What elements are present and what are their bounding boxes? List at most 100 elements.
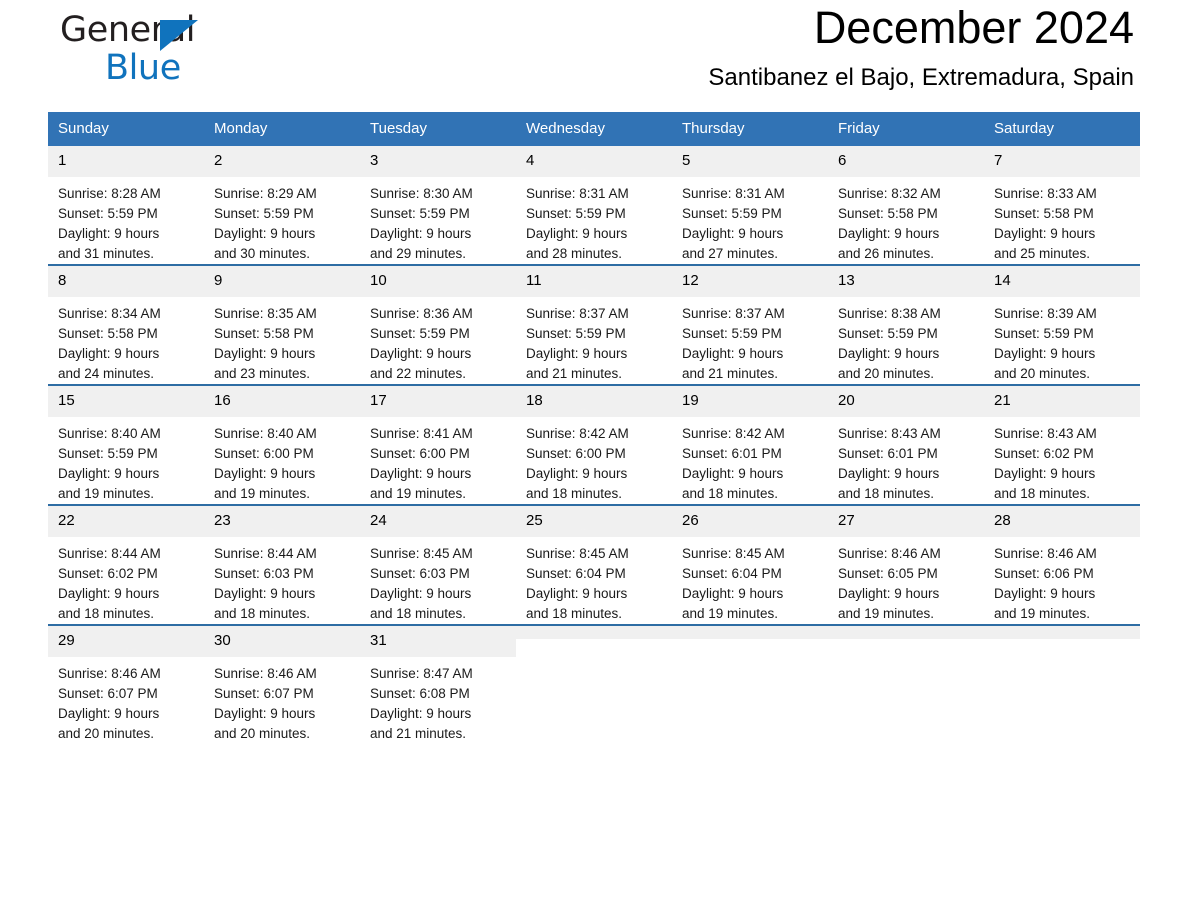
sunrise-text: Sunrise: 8:43 AM <box>838 426 941 441</box>
calendar-day-cell[interactable]: 13 Sunrise: 8:38 AM Sunset: 5:59 PM Dayl… <box>828 264 984 385</box>
day-number: 22 <box>48 506 204 537</box>
generalblue-logo[interactable]: General Blue <box>60 10 260 96</box>
daylight-text-line2: and 24 minutes. <box>58 366 155 381</box>
daylight-text-line1: Daylight: 9 hours <box>526 346 628 361</box>
calendar-day-cell[interactable]: 6 Sunrise: 8:32 AM Sunset: 5:58 PM Dayli… <box>828 146 984 265</box>
day-details: Sunrise: 8:29 AM Sunset: 5:59 PM Dayligh… <box>204 177 360 264</box>
daylight-text-line2: and 22 minutes. <box>370 366 467 381</box>
calendar-day-cell[interactable]: 14 Sunrise: 8:39 AM Sunset: 5:59 PM Dayl… <box>984 264 1140 385</box>
day-number: 23 <box>204 506 360 537</box>
daylight-text-line1: Daylight: 9 hours <box>370 226 472 241</box>
sunset-text: Sunset: 5:59 PM <box>682 326 782 341</box>
day-number: 5 <box>672 146 828 177</box>
day-number: 27 <box>828 506 984 537</box>
sunrise-text: Sunrise: 8:37 AM <box>682 306 785 321</box>
day-number: 10 <box>360 266 516 297</box>
day-details: Sunrise: 8:44 AM Sunset: 6:02 PM Dayligh… <box>48 537 204 624</box>
day-number: 31 <box>360 626 516 657</box>
daylight-text-line2: and 21 minutes. <box>370 726 467 741</box>
sunrise-text: Sunrise: 8:45 AM <box>526 546 629 561</box>
calendar-day-cell[interactable]: 30 Sunrise: 8:46 AM Sunset: 6:07 PM Dayl… <box>204 624 360 744</box>
calendar-day-cell[interactable]: 28 Sunrise: 8:46 AM Sunset: 6:06 PM Dayl… <box>984 504 1140 625</box>
calendar-day-cell[interactable]: 21 Sunrise: 8:43 AM Sunset: 6:02 PM Dayl… <box>984 384 1140 505</box>
calendar-day-cell[interactable]: 4 Sunrise: 8:31 AM Sunset: 5:59 PM Dayli… <box>516 146 672 265</box>
calendar-day-cell[interactable]: 15 Sunrise: 8:40 AM Sunset: 5:59 PM Dayl… <box>48 384 204 505</box>
day-details: Sunrise: 8:46 AM Sunset: 6:05 PM Dayligh… <box>828 537 984 624</box>
calendar-day-cell[interactable]: 3 Sunrise: 8:30 AM Sunset: 5:59 PM Dayli… <box>360 146 516 265</box>
daylight-text-line1: Daylight: 9 hours <box>994 466 1096 481</box>
day-number: 6 <box>828 146 984 177</box>
sunset-text: Sunset: 6:02 PM <box>58 566 158 581</box>
calendar-day-cell[interactable]: 26 Sunrise: 8:45 AM Sunset: 6:04 PM Dayl… <box>672 504 828 625</box>
calendar-day-cell[interactable]: 17 Sunrise: 8:41 AM Sunset: 6:00 PM Dayl… <box>360 384 516 505</box>
daylight-text-line1: Daylight: 9 hours <box>370 706 472 721</box>
daylight-text-line2: and 29 minutes. <box>370 246 467 261</box>
daylight-text-line1: Daylight: 9 hours <box>214 466 316 481</box>
weekday-header-tuesday: Tuesday <box>360 112 516 146</box>
calendar-day-cell[interactable]: 24 Sunrise: 8:45 AM Sunset: 6:03 PM Dayl… <box>360 504 516 625</box>
sunrise-text: Sunrise: 8:39 AM <box>994 306 1097 321</box>
day-details: Sunrise: 8:43 AM Sunset: 6:01 PM Dayligh… <box>828 417 984 504</box>
sunset-text: Sunset: 6:04 PM <box>682 566 782 581</box>
weekday-header-sunday: Sunday <box>48 112 204 146</box>
day-details: Sunrise: 8:42 AM Sunset: 6:00 PM Dayligh… <box>516 417 672 504</box>
page-header: General Blue December 2024 Santibanez el… <box>48 0 1140 112</box>
day-number: 7 <box>984 146 1140 177</box>
day-details: Sunrise: 8:35 AM Sunset: 5:58 PM Dayligh… <box>204 297 360 384</box>
daylight-text-line2: and 18 minutes. <box>526 606 623 621</box>
daylight-text-line1: Daylight: 9 hours <box>526 586 628 601</box>
calendar-day-cell[interactable]: 19 Sunrise: 8:42 AM Sunset: 6:01 PM Dayl… <box>672 384 828 505</box>
calendar-day-cell[interactable]: 25 Sunrise: 8:45 AM Sunset: 6:04 PM Dayl… <box>516 504 672 625</box>
sunrise-text: Sunrise: 8:29 AM <box>214 186 317 201</box>
sunrise-sunset-calendar: Sunday Monday Tuesday Wednesday Thursday… <box>48 112 1140 744</box>
calendar-day-cell[interactable]: 12 Sunrise: 8:37 AM Sunset: 5:59 PM Dayl… <box>672 264 828 385</box>
day-number <box>984 626 1140 639</box>
day-number <box>672 626 828 639</box>
weekday-header-friday: Friday <box>828 112 984 146</box>
daylight-text-line1: Daylight: 9 hours <box>58 226 160 241</box>
daylight-text-line1: Daylight: 9 hours <box>58 706 160 721</box>
sunset-text: Sunset: 5:59 PM <box>370 206 470 221</box>
calendar-day-cell[interactable]: 23 Sunrise: 8:44 AM Sunset: 6:03 PM Dayl… <box>204 504 360 625</box>
calendar-day-cell[interactable]: 11 Sunrise: 8:37 AM Sunset: 5:59 PM Dayl… <box>516 264 672 385</box>
day-number: 1 <box>48 146 204 177</box>
calendar-day-cell[interactable]: 22 Sunrise: 8:44 AM Sunset: 6:02 PM Dayl… <box>48 504 204 625</box>
calendar-day-cell[interactable]: 10 Sunrise: 8:36 AM Sunset: 5:59 PM Dayl… <box>360 264 516 385</box>
sunrise-text: Sunrise: 8:45 AM <box>682 546 785 561</box>
daylight-text-line2: and 20 minutes. <box>58 726 155 741</box>
calendar-page: General Blue December 2024 Santibanez el… <box>0 0 1188 918</box>
calendar-day-cell[interactable]: 1 Sunrise: 8:28 AM Sunset: 5:59 PM Dayli… <box>48 146 204 265</box>
sunset-text: Sunset: 5:59 PM <box>994 326 1094 341</box>
sunrise-text: Sunrise: 8:34 AM <box>58 306 161 321</box>
calendar-day-cell[interactable]: 29 Sunrise: 8:46 AM Sunset: 6:07 PM Dayl… <box>48 624 204 744</box>
calendar-day-cell[interactable]: 2 Sunrise: 8:29 AM Sunset: 5:59 PM Dayli… <box>204 146 360 265</box>
day-number <box>516 626 672 639</box>
calendar-day-cell[interactable]: 9 Sunrise: 8:35 AM Sunset: 5:58 PM Dayli… <box>204 264 360 385</box>
sunrise-text: Sunrise: 8:42 AM <box>682 426 785 441</box>
daylight-text-line2: and 18 minutes. <box>370 606 467 621</box>
calendar-day-cell[interactable]: 8 Sunrise: 8:34 AM Sunset: 5:58 PM Dayli… <box>48 264 204 385</box>
calendar-day-cell[interactable]: 31 Sunrise: 8:47 AM Sunset: 6:08 PM Dayl… <box>360 624 516 744</box>
calendar-day-cell[interactable]: 16 Sunrise: 8:40 AM Sunset: 6:00 PM Dayl… <box>204 384 360 505</box>
calendar-day-cell-empty <box>672 624 828 744</box>
calendar-day-cell[interactable]: 18 Sunrise: 8:42 AM Sunset: 6:00 PM Dayl… <box>516 384 672 505</box>
logo-text-blue: Blue <box>105 48 181 88</box>
day-details: Sunrise: 8:28 AM Sunset: 5:59 PM Dayligh… <box>48 177 204 264</box>
day-number: 15 <box>48 386 204 417</box>
daylight-text-line1: Daylight: 9 hours <box>526 466 628 481</box>
day-details: Sunrise: 8:37 AM Sunset: 5:59 PM Dayligh… <box>516 297 672 384</box>
calendar-day-cell[interactable]: 5 Sunrise: 8:31 AM Sunset: 5:59 PM Dayli… <box>672 146 828 265</box>
day-details: Sunrise: 8:41 AM Sunset: 6:00 PM Dayligh… <box>360 417 516 504</box>
calendar-day-cell[interactable]: 7 Sunrise: 8:33 AM Sunset: 5:58 PM Dayli… <box>984 146 1140 265</box>
day-number: 30 <box>204 626 360 657</box>
day-details: Sunrise: 8:31 AM Sunset: 5:59 PM Dayligh… <box>516 177 672 264</box>
day-number: 18 <box>516 386 672 417</box>
calendar-day-cell[interactable]: 20 Sunrise: 8:43 AM Sunset: 6:01 PM Dayl… <box>828 384 984 505</box>
day-details: Sunrise: 8:33 AM Sunset: 5:58 PM Dayligh… <box>984 177 1140 264</box>
day-number: 3 <box>360 146 516 177</box>
sunset-text: Sunset: 5:59 PM <box>838 326 938 341</box>
daylight-text-line1: Daylight: 9 hours <box>370 346 472 361</box>
daylight-text-line1: Daylight: 9 hours <box>838 586 940 601</box>
calendar-day-cell[interactable]: 27 Sunrise: 8:46 AM Sunset: 6:05 PM Dayl… <box>828 504 984 625</box>
daylight-text-line2: and 18 minutes. <box>526 486 623 501</box>
